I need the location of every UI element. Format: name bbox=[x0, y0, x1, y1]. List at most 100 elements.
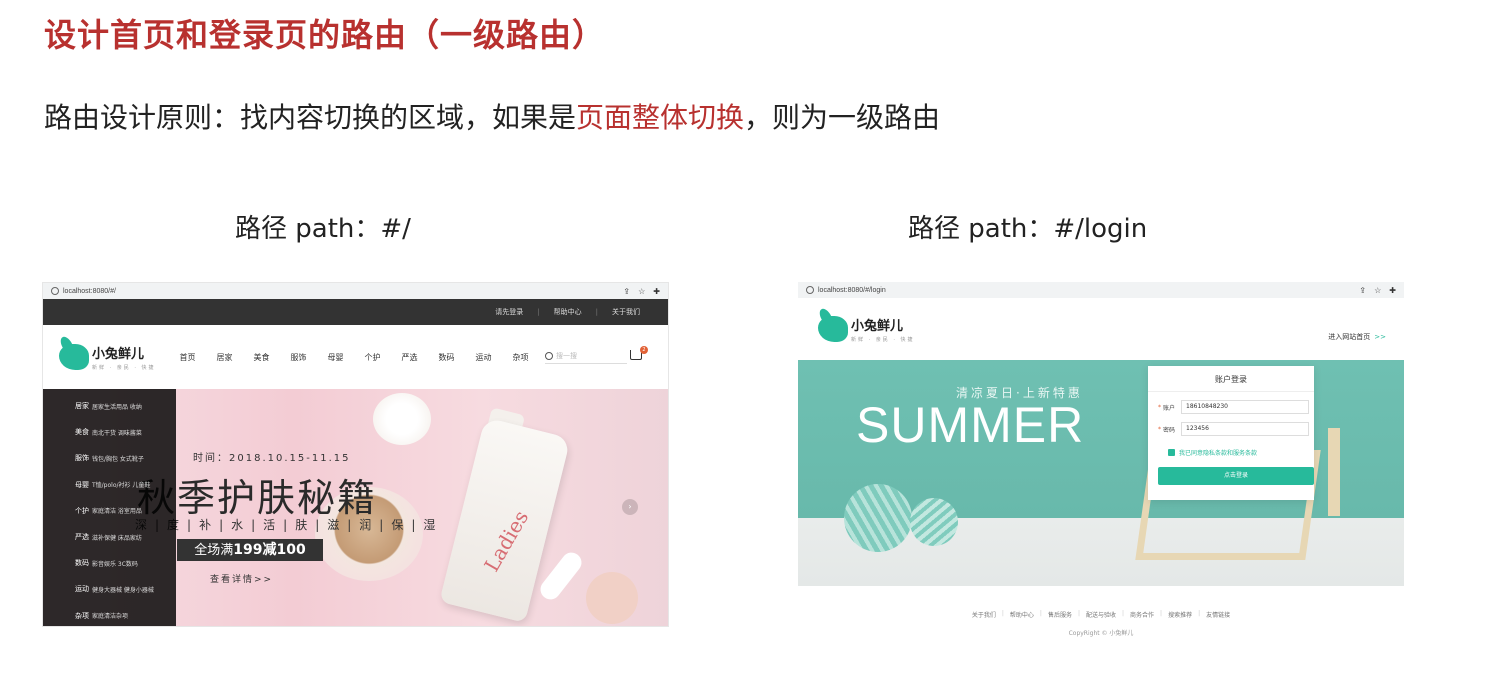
site-header: 小兔鲜儿 新鲜 · 亲民 · 快捷 首页 居家 美食 服饰 母婴 个护 严选 数… bbox=[43, 325, 668, 389]
nav-item-baby[interactable]: 母婴 bbox=[328, 352, 344, 363]
principle-text: 路由设计原则：找内容切换的区域，如果是页面整体切换，则为一级路由 bbox=[44, 96, 940, 136]
category-item[interactable]: 严选 滋补保健 床品家纺 bbox=[43, 524, 176, 550]
divider: | bbox=[537, 308, 540, 316]
required-mark: * bbox=[1158, 425, 1161, 433]
search-icon bbox=[545, 352, 553, 360]
password-input[interactable]: 123456 bbox=[1181, 422, 1309, 436]
login-card: 账户登录 * 账户 18610848230 * 密码 123456 我已同意隐私… bbox=[1148, 366, 1314, 500]
rabbit-logo-icon bbox=[59, 344, 89, 370]
account-label: 账户 bbox=[1163, 404, 1176, 412]
login-card-title: 账户登录 bbox=[1148, 366, 1314, 392]
promo-deal: 全场满199减100 bbox=[177, 539, 323, 561]
rabbit-logo-icon bbox=[818, 316, 848, 342]
account-row: * 账户 18610848230 bbox=[1158, 400, 1314, 414]
category-item[interactable]: 母婴 T恤/polo/衬衫 儿童鞋 bbox=[43, 472, 176, 498]
extension-icon[interactable]: ✚ bbox=[1389, 286, 1396, 295]
footer-link[interactable]: 搜索推荐 bbox=[1168, 610, 1192, 619]
slide-title: 设计首页和登录页的路由（一级路由） bbox=[44, 16, 606, 54]
hero-banner[interactable]: Ladies 时间：2018.10.15-11.15 秋季护肤秘籍 深|度|补|… bbox=[43, 389, 668, 627]
login-banner: 清凉夏日·上新特惠 SUMMER 账户登录 * 账户 18610848230 *… bbox=[798, 360, 1404, 586]
search-placeholder: 搜一搜 bbox=[556, 352, 577, 360]
nav-item-clothing[interactable]: 服饰 bbox=[291, 352, 307, 363]
password-label: 密码 bbox=[1163, 426, 1176, 434]
address-bar[interactable]: localhost:8080/#/ ⇪ ☆ ✚ bbox=[43, 283, 668, 299]
path-label-home: 路径 path：#/ bbox=[235, 214, 411, 244]
footer-link[interactable]: 友情链接 bbox=[1206, 610, 1230, 619]
url-text[interactable]: localhost:8080/#/ bbox=[63, 288, 623, 295]
extension-icon[interactable]: ✚ bbox=[653, 287, 660, 296]
enter-home-link[interactable]: 进入网站首页 >> bbox=[1328, 332, 1386, 342]
address-bar[interactable]: localhost:8080/#/login ⇪ ☆ ✚ bbox=[798, 282, 1404, 298]
category-item[interactable]: 数码 影音娱乐 3C数码 bbox=[43, 550, 176, 576]
agree-text: 我已同意隐私条款和服务条款 bbox=[1179, 450, 1258, 457]
nav-item-sports[interactable]: 运动 bbox=[476, 352, 492, 363]
help-link[interactable]: 帮助中心 bbox=[554, 307, 582, 317]
striped-ball-small bbox=[910, 498, 958, 546]
path-label-login: 路径 path：#/login bbox=[908, 214, 1148, 244]
share-icon[interactable]: ⇪ bbox=[623, 287, 630, 296]
category-menu: 居家 居家生活用品 收纳 美食 南北干货 调味酱菜 服饰 钱包/胸包 女式靴子 母婴 T… bbox=[43, 389, 176, 627]
footer-links: 关于我们 | 帮助中心 | 售后服务 | 配送与验收 | 商务合作 | 搜索推荐 | 友情链… bbox=[798, 610, 1404, 619]
promo-more-link[interactable]: 查看详情>> bbox=[210, 572, 273, 585]
logo[interactable]: 小兔鲜儿 新鲜 · 亲民 · 快捷 bbox=[818, 315, 915, 343]
divider: | bbox=[1122, 610, 1125, 617]
logo[interactable]: 小兔鲜儿 新鲜 · 亲民 · 快捷 bbox=[59, 343, 156, 371]
category-item[interactable]: 杂项 家庭清洁杂项 bbox=[43, 603, 176, 627]
nav-item-misc[interactable]: 杂项 bbox=[513, 352, 529, 363]
star-icon[interactable]: ☆ bbox=[1374, 286, 1381, 295]
login-browser-shot: localhost:8080/#/login ⇪ ☆ ✚ 小兔鲜儿 新鲜 · 亲… bbox=[798, 282, 1404, 642]
footer-link[interactable]: 售后服务 bbox=[1048, 610, 1072, 619]
principle-highlight: 页面整体切换 bbox=[576, 101, 745, 134]
category-item[interactable]: 运动 健身大器械 健身小器械 bbox=[43, 576, 176, 602]
logo-name: 小兔鲜儿 bbox=[92, 347, 145, 362]
logo-sub: 新鲜 · 亲民 · 快捷 bbox=[851, 337, 915, 343]
nav-item-digital[interactable]: 数码 bbox=[439, 352, 455, 363]
required-mark: * bbox=[1158, 403, 1161, 411]
wood-post-decoration bbox=[1328, 428, 1340, 516]
nav-item-home[interactable]: 首页 bbox=[180, 352, 196, 363]
double-chevron-icon: >> bbox=[1374, 333, 1386, 341]
flower-decoration bbox=[373, 393, 431, 445]
divider: | bbox=[595, 308, 598, 316]
login-button[interactable]: 点击登录 bbox=[1158, 467, 1314, 485]
footer-link[interactable]: 商务合作 bbox=[1130, 610, 1154, 619]
nav-item-selected[interactable]: 严选 bbox=[402, 352, 418, 363]
next-arrow-icon[interactable]: › bbox=[622, 499, 638, 515]
category-item[interactable]: 个护 家庭清洁 浴室用品 bbox=[43, 498, 176, 524]
login-link[interactable]: 请先登录 bbox=[495, 307, 523, 317]
footer-link[interactable]: 关于我们 bbox=[972, 610, 996, 619]
footer-link[interactable]: 配送与验收 bbox=[1086, 610, 1116, 619]
hairbrush-image bbox=[586, 572, 638, 624]
top-nav: 请先登录 | 帮助中心 | 关于我们 bbox=[43, 299, 668, 325]
spoon-image bbox=[536, 548, 586, 604]
banner-title: SUMMER bbox=[856, 397, 1085, 453]
nav-item-home-living[interactable]: 居家 bbox=[217, 352, 233, 363]
url-text[interactable]: localhost:8080/#/login bbox=[818, 287, 1359, 294]
divider: | bbox=[1001, 610, 1004, 617]
divider: | bbox=[1077, 610, 1080, 617]
logo-name: 小兔鲜儿 bbox=[851, 319, 904, 334]
nav-item-food[interactable]: 美食 bbox=[254, 352, 270, 363]
checkbox-checked-icon[interactable] bbox=[1168, 449, 1175, 456]
agree-row[interactable]: 我已同意隐私条款和服务条款 bbox=[1168, 448, 1314, 457]
cart-badge: 2 bbox=[640, 346, 648, 354]
principle-prefix: 路由设计原则：找内容切换的区域，如果是 bbox=[44, 101, 577, 134]
principle-suffix: ，则为一级路由 bbox=[744, 101, 941, 134]
main-nav: 首页 居家 美食 服饰 母婴 个护 严选 数码 运动 杂项 bbox=[180, 352, 529, 363]
divider: | bbox=[1160, 610, 1163, 617]
promo-words: 深|度|补|水|活|肤|滋|润|保|湿 bbox=[135, 518, 444, 532]
category-item[interactable]: 居家 居家生活用品 收纳 bbox=[43, 393, 176, 419]
info-icon bbox=[806, 286, 814, 294]
search-input[interactable]: 搜一搜 bbox=[545, 351, 627, 364]
about-link[interactable]: 关于我们 bbox=[612, 307, 640, 317]
copyright: CopyRight © 小兔鲜儿 bbox=[1068, 630, 1134, 637]
category-item[interactable]: 美食 南北干货 调味酱菜 bbox=[43, 419, 176, 445]
category-item[interactable]: 服饰 钱包/胸包 女式靴子 bbox=[43, 445, 176, 471]
star-icon[interactable]: ☆ bbox=[638, 287, 645, 296]
nav-item-personal-care[interactable]: 个护 bbox=[365, 352, 381, 363]
account-input[interactable]: 18610848230 bbox=[1181, 400, 1309, 414]
password-row: * 密码 123456 bbox=[1158, 422, 1314, 436]
share-icon[interactable]: ⇪ bbox=[1359, 286, 1366, 295]
deal-amount: 199减100 bbox=[233, 542, 306, 558]
footer-link[interactable]: 帮助中心 bbox=[1010, 610, 1034, 619]
